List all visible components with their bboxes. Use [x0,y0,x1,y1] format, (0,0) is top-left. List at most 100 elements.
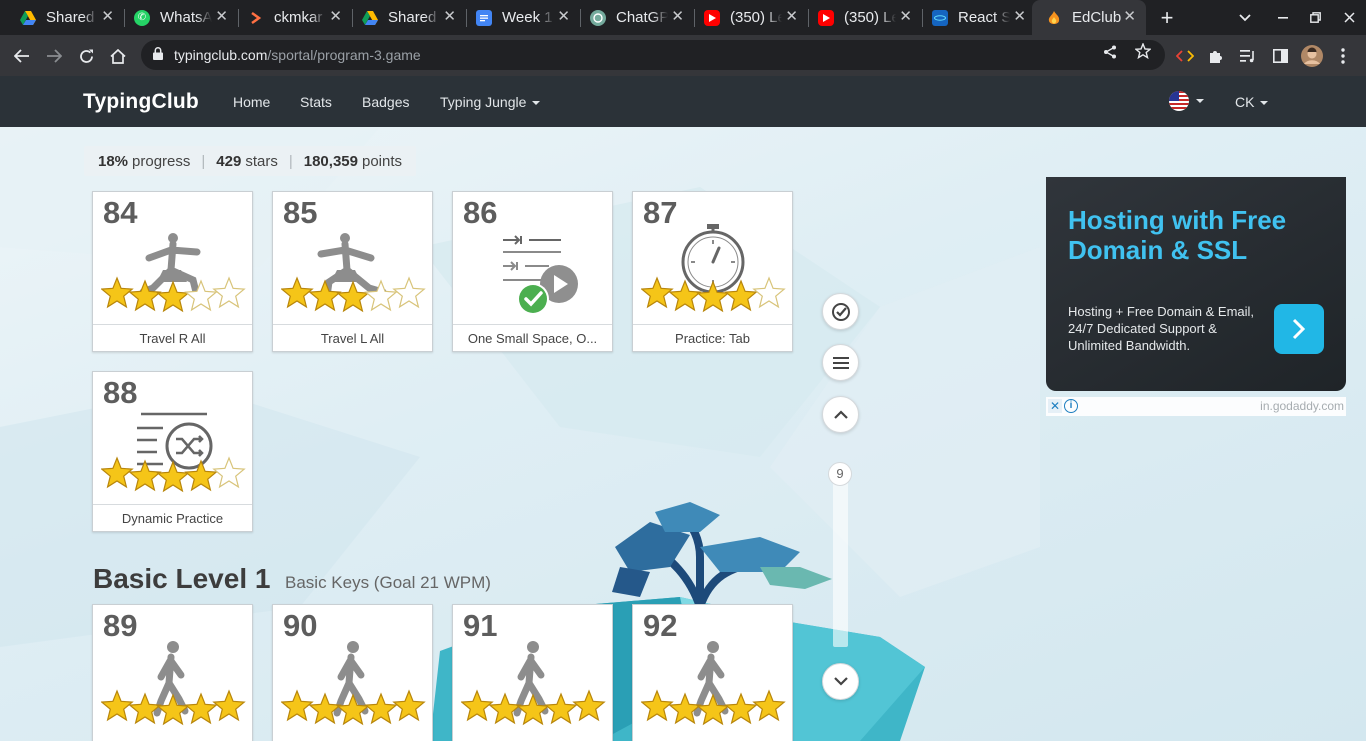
lesson-number: 90 [283,608,318,643]
divider: | [288,152,293,170]
nav-typing-jungle-label: Typing Jungle [440,94,527,110]
lesson-card[interactable]: 89 [92,604,253,741]
progress-label: progress [132,152,191,170]
star-filled-icon [156,693,190,726]
scroll-track[interactable] [833,472,848,647]
star-filled-icon [641,276,674,309]
ad-body: Hosting + Free Domain & Email, 24/7 Dedi… [1068,304,1255,353]
lesson-card[interactable]: 91 [452,604,613,741]
youtube-icon [704,9,720,26]
close-tab-icon[interactable]: ✕ [899,9,912,25]
chevron-down-icon [833,677,848,686]
lesson-title: Dynamic Practice [93,504,252,532]
reload-icon[interactable] [71,41,101,71]
lesson-number: 88 [103,375,138,410]
back-arrow-icon[interactable] [7,41,37,71]
language-selector[interactable] [1168,90,1204,112]
menu-button[interactable] [822,344,859,381]
url-text: typingclub.com/sportal/program-3.game [174,47,421,63]
lock-icon[interactable] [153,47,163,60]
chrome-menu-icon[interactable] [1328,41,1358,71]
ad-go-button[interactable] [1274,304,1324,354]
minimize-icon[interactable] [1265,0,1301,35]
forward-arrow-icon[interactable] [39,41,69,71]
lesson-title: Travel R All [93,324,252,352]
user-menu[interactable]: CK [1235,94,1269,110]
side-panel-icon[interactable] [1265,41,1295,71]
new-tab-button[interactable]: + [1149,0,1185,35]
lesson-card[interactable]: 90 [272,604,433,741]
close-tab-icon[interactable]: ✕ [329,9,342,25]
bookmark-star-icon[interactable] [1134,42,1152,64]
close-tab-icon[interactable]: ✕ [557,9,570,25]
ad-info-icon[interactable]: i [1064,399,1078,413]
close-tab-icon[interactable]: ✕ [101,9,114,25]
browser-tab[interactable]: ChatGPT ✕ [576,0,694,35]
browser-tab[interactable]: (350) Le ✕ [804,0,922,35]
tab-title: Shared [46,9,95,26]
hamburger-icon [832,356,849,369]
close-tab-icon[interactable]: ✕ [1123,9,1136,25]
lesson-card[interactable]: 88 Dynamic Practice [92,371,253,532]
browser-tab[interactable]: Week 1 ✕ [462,0,580,35]
ad-domain[interactable]: in.godaddy.com [1260,399,1344,413]
close-tab-icon[interactable]: ✕ [215,9,228,25]
browser-tab[interactable]: Shared ✕ [348,0,466,35]
browser-tab[interactable]: ✆ WhatsApp ✕ [120,0,238,35]
lesson-card[interactable]: 92 [632,604,793,741]
extensions-puzzle-icon[interactable] [1201,41,1231,71]
nav-typing-jungle[interactable]: Typing Jungle [440,94,541,110]
close-tab-icon[interactable]: ✕ [671,9,684,25]
scroll-up-button[interactable] [822,396,859,433]
tab-search-icon[interactable] [1227,0,1263,35]
level-title: Basic Level 1 [93,563,271,594]
lesson-card[interactable]: 85 Travel L All [272,191,433,352]
media-queue-icon[interactable] [1233,41,1263,71]
close-tab-icon[interactable]: ✕ [785,9,798,25]
close-tab-icon[interactable]: ✕ [443,9,456,25]
star-rating [641,276,786,313]
browser-tab-active[interactable]: EdClub ✕ [1032,0,1146,35]
site-navbar: TypingClub Home Stats Badges Typing Jung… [0,76,1366,127]
advertisement[interactable]: Hosting with Free Domain & SSL Hosting +… [1046,177,1346,391]
progress-summary: 18% progress | 429 stars | 180,359 points [84,146,417,176]
share-icon[interactable] [1103,45,1117,64]
browser-tab[interactable]: (350) Le ✕ [690,0,808,35]
lesson-number: 86 [463,195,498,230]
close-ad-icon[interactable]: ✕ [1048,399,1062,413]
home-icon[interactable] [103,41,133,71]
tab-title: React S [958,9,1010,26]
google-drive-icon [20,10,36,26]
star-filled-icon [668,692,702,725]
page-indicator[interactable]: 9 [828,462,852,486]
lesson-number: 84 [103,195,138,230]
google-docs-icon [476,9,492,26]
brand-logo[interactable]: TypingClub [83,90,199,114]
star-filled-icon [281,276,314,309]
star-filled-icon [308,692,342,725]
close-tab-icon[interactable]: ✕ [1013,9,1026,25]
lesson-map: 18% progress | 429 stars | 180,359 points 8… [0,127,1366,741]
ad-title[interactable]: Hosting with Free Domain & SSL [1068,205,1328,265]
browser-tab[interactable]: ckmkar ✕ [234,0,352,35]
chevron-up-icon [833,410,848,419]
browser-tab[interactable]: React S ✕ [918,0,1036,35]
completed-filter-button[interactable] [822,293,859,330]
nav-home[interactable]: Home [233,94,270,110]
lesson-card[interactable]: 86 One Small Space, O... [452,191,613,352]
scroll-down-button[interactable] [822,663,859,700]
browser-tab[interactable]: Shared ✕ [6,0,124,35]
code-extension-icon[interactable] [1170,41,1200,71]
tab-title: Week 1 [502,9,553,26]
address-bar[interactable]: typingclub.com/sportal/program-3.game [141,40,1165,70]
nav-badges[interactable]: Badges [362,94,409,110]
nav-stats[interactable]: Stats [300,94,332,110]
tab-title: (350) Le [844,9,896,26]
profile-avatar[interactable] [1297,41,1327,71]
lesson-card[interactable]: 84 Travel R All [92,191,253,352]
restore-icon[interactable] [1297,0,1333,35]
star-filled-icon [336,693,370,726]
close-window-icon[interactable] [1331,0,1366,35]
youtube-icon [818,9,834,26]
lesson-card[interactable]: 87 Practice: Tab [632,191,793,352]
